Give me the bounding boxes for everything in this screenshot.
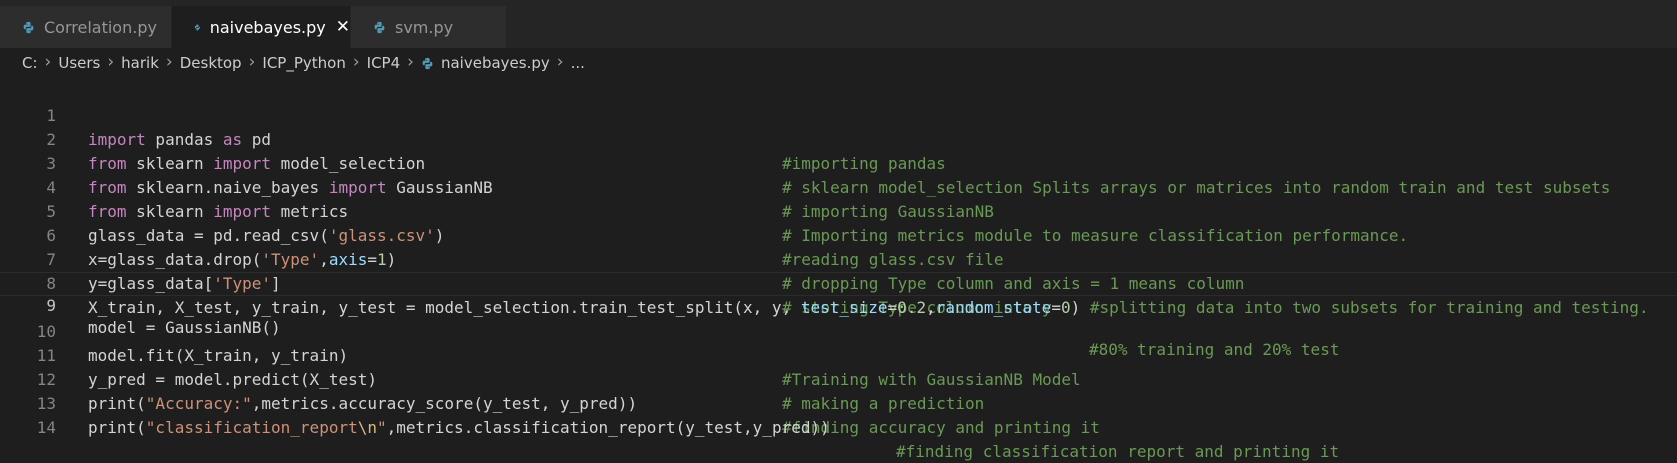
chevron-right-icon: › [248, 51, 256, 72]
chevron-right-icon: › [352, 51, 360, 72]
breadcrumb: C: › Users › harik › Desktop › ICP_Pytho… [0, 48, 1677, 78]
breadcrumb-item-desktop[interactable]: Desktop [180, 54, 242, 72]
tab-naivebayes[interactable]: naivebayes.py ✕ [172, 6, 350, 48]
close-icon[interactable]: ✕ [336, 18, 350, 36]
code-line[interactable]: 5 glass_data = pd.read_csv('glass.csv') … [0, 176, 1677, 269]
chevron-right-icon: › [165, 51, 173, 72]
chevron-right-icon: › [556, 51, 564, 72]
tab-label: naivebayes.py [209, 17, 326, 37]
code-token: print( [88, 418, 146, 437]
breadcrumb-item-users[interactable]: Users [58, 54, 100, 72]
breadcrumb-item-drive[interactable]: C: [22, 54, 38, 72]
breadcrumb-item-symbols[interactable]: ... [571, 54, 585, 72]
chevron-right-icon: › [107, 51, 115, 72]
tab-label: Correlation.py [44, 17, 157, 37]
code-editor[interactable]: 1 import pandas as pd #importing pandas … [0, 80, 1677, 463]
code-line[interactable]: 6 x=glass_data.drop('Type',axis=1) # dro… [0, 200, 1677, 293]
code-line[interactable]: 10 model.fit(X_train, y_train) #Training… [0, 296, 1677, 389]
string-token: "classification_report [145, 418, 358, 437]
code-text: print("classification_report\n",metrics.… [88, 416, 830, 440]
breadcrumb-item-file[interactable]: naivebayes.py [441, 54, 550, 72]
code-line[interactable]: 1 import pandas as pd #importing pandas [0, 80, 1677, 173]
breadcrumb-item-harik[interactable]: harik [121, 54, 159, 72]
chevron-right-icon: › [407, 51, 414, 72]
code-line[interactable]: 7 y=glass_data['Type'] # storing Type co… [0, 224, 1677, 317]
breadcrumb-item-icp-python[interactable]: ICP_Python [262, 54, 345, 72]
code-line[interactable]: 14 [0, 392, 1677, 437]
tab-bar: Correlation.py naivebayes.py ✕ svm.py [0, 0, 1677, 48]
escape-token: \n [357, 418, 377, 437]
code-line[interactable]: 11 y_pred = model.predict(X_test) # maki… [0, 320, 1677, 413]
chevron-right-icon: › [44, 51, 52, 72]
code-line[interactable]: 2 from sklearn import model_selection # … [0, 104, 1677, 197]
python-file-icon [373, 21, 386, 34]
code-comment: #finding classification report and print… [896, 442, 1340, 461]
code-line-current[interactable]: 9 model = GaussianNB() #80% training and… [0, 272, 1677, 359]
line-number: 14 [36, 418, 56, 437]
code-line[interactable]: 12 print("Accuracy:",metrics.accuracy_sc… [0, 344, 1677, 437]
string-token: " [376, 418, 387, 437]
tab-label: svm.py [395, 17, 454, 37]
python-file-icon [22, 21, 35, 34]
code-line[interactable]: 4 from sklearn import metrics # Importin… [0, 152, 1677, 245]
code-token: ,metrics.classification_report(y_test,y_… [386, 418, 830, 437]
breadcrumb-item-icp4[interactable]: ICP4 [367, 54, 401, 72]
code-line[interactable]: 8 X_train, X_test, y_train, y_test = mod… [0, 248, 1677, 317]
code-line[interactable]: 3 from sklearn.naive_bayes import Gaussi… [0, 128, 1677, 221]
code-line[interactable]: 13 print("classification_report\n",metri… [0, 368, 1677, 461]
python-file-icon [194, 21, 201, 34]
python-file-icon [421, 57, 434, 70]
tab-svm[interactable]: svm.py [351, 6, 506, 48]
tab-correlation[interactable]: Correlation.py [0, 6, 171, 48]
